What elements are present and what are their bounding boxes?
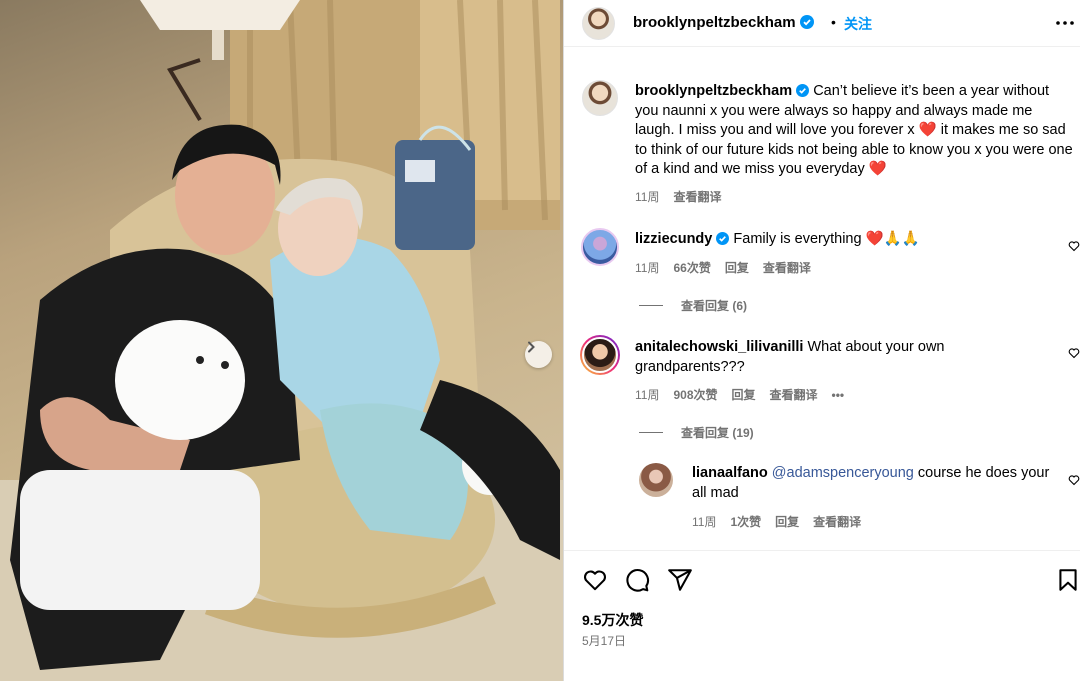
reply-button[interactable]: 回复 <box>725 259 749 276</box>
comment-body: Family is everything ❤️🙏🙏 <box>733 231 920 247</box>
follow-button[interactable]: 关注 <box>844 14 872 34</box>
comment-text: lizziecundy Family is everything ❤️🙏🙏 <box>635 230 1055 250</box>
verified-badge-icon <box>716 232 730 245</box>
caption-translate-link[interactable]: 查看翻译 <box>673 188 721 205</box>
commenter-avatar[interactable] <box>580 335 620 375</box>
comment-time[interactable]: 11周 <box>692 513 716 530</box>
caption-text: brooklynpeltzbeckham Can’t believe it’s … <box>635 82 1075 180</box>
view-replies-label: 查看回复 (6) <box>681 299 748 313</box>
photo-illustration <box>0 0 563 681</box>
caption-avatar[interactable] <box>582 80 618 116</box>
comment-text: lianaalfano @adamspenceryoung course he … <box>692 464 1052 503</box>
post-date[interactable]: 5月17日 <box>582 632 626 649</box>
verified-badge-icon <box>796 84 810 97</box>
author-username-header[interactable]: brooklynpeltzbeckham <box>633 14 814 31</box>
reply-button[interactable]: 回复 <box>775 513 799 530</box>
replies-divider <box>639 432 663 433</box>
chevron-right-icon <box>528 341 535 353</box>
commenter-avatar[interactable] <box>639 463 673 497</box>
comment-icon[interactable] <box>624 567 650 593</box>
comment-meta: 11周 66次赞 回复 查看翻译 <box>635 259 811 276</box>
comment-text: anitalechowski_lilivanilli What about yo… <box>635 338 1035 377</box>
comment-like-icon[interactable] <box>1068 474 1080 486</box>
like-count[interactable]: 9.5万次赞 <box>582 610 643 630</box>
caption-time[interactable]: 11周 <box>635 188 659 205</box>
post-header: brooklynpeltzbeckham • 关注 <box>564 0 1080 47</box>
comment-meta: 11周 1次赞 回复 查看翻译 <box>692 513 861 530</box>
share-icon[interactable] <box>667 567 693 593</box>
comment-time[interactable]: 11周 <box>635 386 659 403</box>
translate-link[interactable]: 查看翻译 <box>813 513 861 530</box>
commenter-avatar[interactable] <box>581 228 619 266</box>
replies-divider <box>639 305 663 306</box>
comment-like-count[interactable]: 908次赞 <box>673 386 717 403</box>
comment-username[interactable]: lianaalfano <box>692 465 768 481</box>
caption-meta: 11周 查看翻译 <box>635 188 721 205</box>
comment-more-icon[interactable]: ••• <box>832 388 845 402</box>
post-actions: 9.5万次赞 5月17日 <box>564 550 1080 681</box>
author-avatar[interactable] <box>582 7 615 40</box>
heart-icon[interactable] <box>582 567 608 593</box>
view-replies-button[interactable]: 查看回复 (19) <box>639 424 754 441</box>
comment-username[interactable]: anitalechowski_lilivanilli <box>635 339 803 355</box>
author-username-text[interactable]: brooklynpeltzbeckham <box>633 14 796 31</box>
comment-username[interactable]: lizziecundy <box>635 231 712 247</box>
translate-link[interactable]: 查看翻译 <box>763 259 811 276</box>
comment-time[interactable]: 11周 <box>635 259 659 276</box>
comment-like-icon[interactable] <box>1068 240 1080 252</box>
reply-button[interactable]: 回复 <box>732 386 756 403</box>
view-replies-label: 查看回复 (19) <box>681 426 754 440</box>
next-photo-button[interactable] <box>525 341 552 368</box>
post-photo <box>0 0 563 681</box>
separator-dot: • <box>831 14 836 30</box>
bookmark-icon[interactable] <box>1055 567 1080 593</box>
comment-like-count[interactable]: 1次赞 <box>730 513 761 530</box>
more-options-icon[interactable] <box>1054 12 1076 34</box>
comment-like-count[interactable]: 66次赞 <box>673 259 710 276</box>
caption-username[interactable]: brooklynpeltzbeckham <box>635 83 792 99</box>
translate-link[interactable]: 查看翻译 <box>770 386 818 403</box>
comment-meta: 11周 908次赞 回复 查看翻译 ••• <box>635 386 844 403</box>
comment-like-icon[interactable] <box>1068 347 1080 359</box>
comment-mention[interactable]: @adamspenceryoung <box>772 465 914 481</box>
comments-list[interactable]: brooklynpeltzbeckham Can’t believe it’s … <box>564 47 1080 550</box>
view-replies-button[interactable]: 查看回复 (6) <box>639 297 747 314</box>
verified-badge-icon <box>799 15 814 29</box>
post-detail-panel: brooklynpeltzbeckham • 关注 brooklynpeltzb… <box>563 0 1080 681</box>
